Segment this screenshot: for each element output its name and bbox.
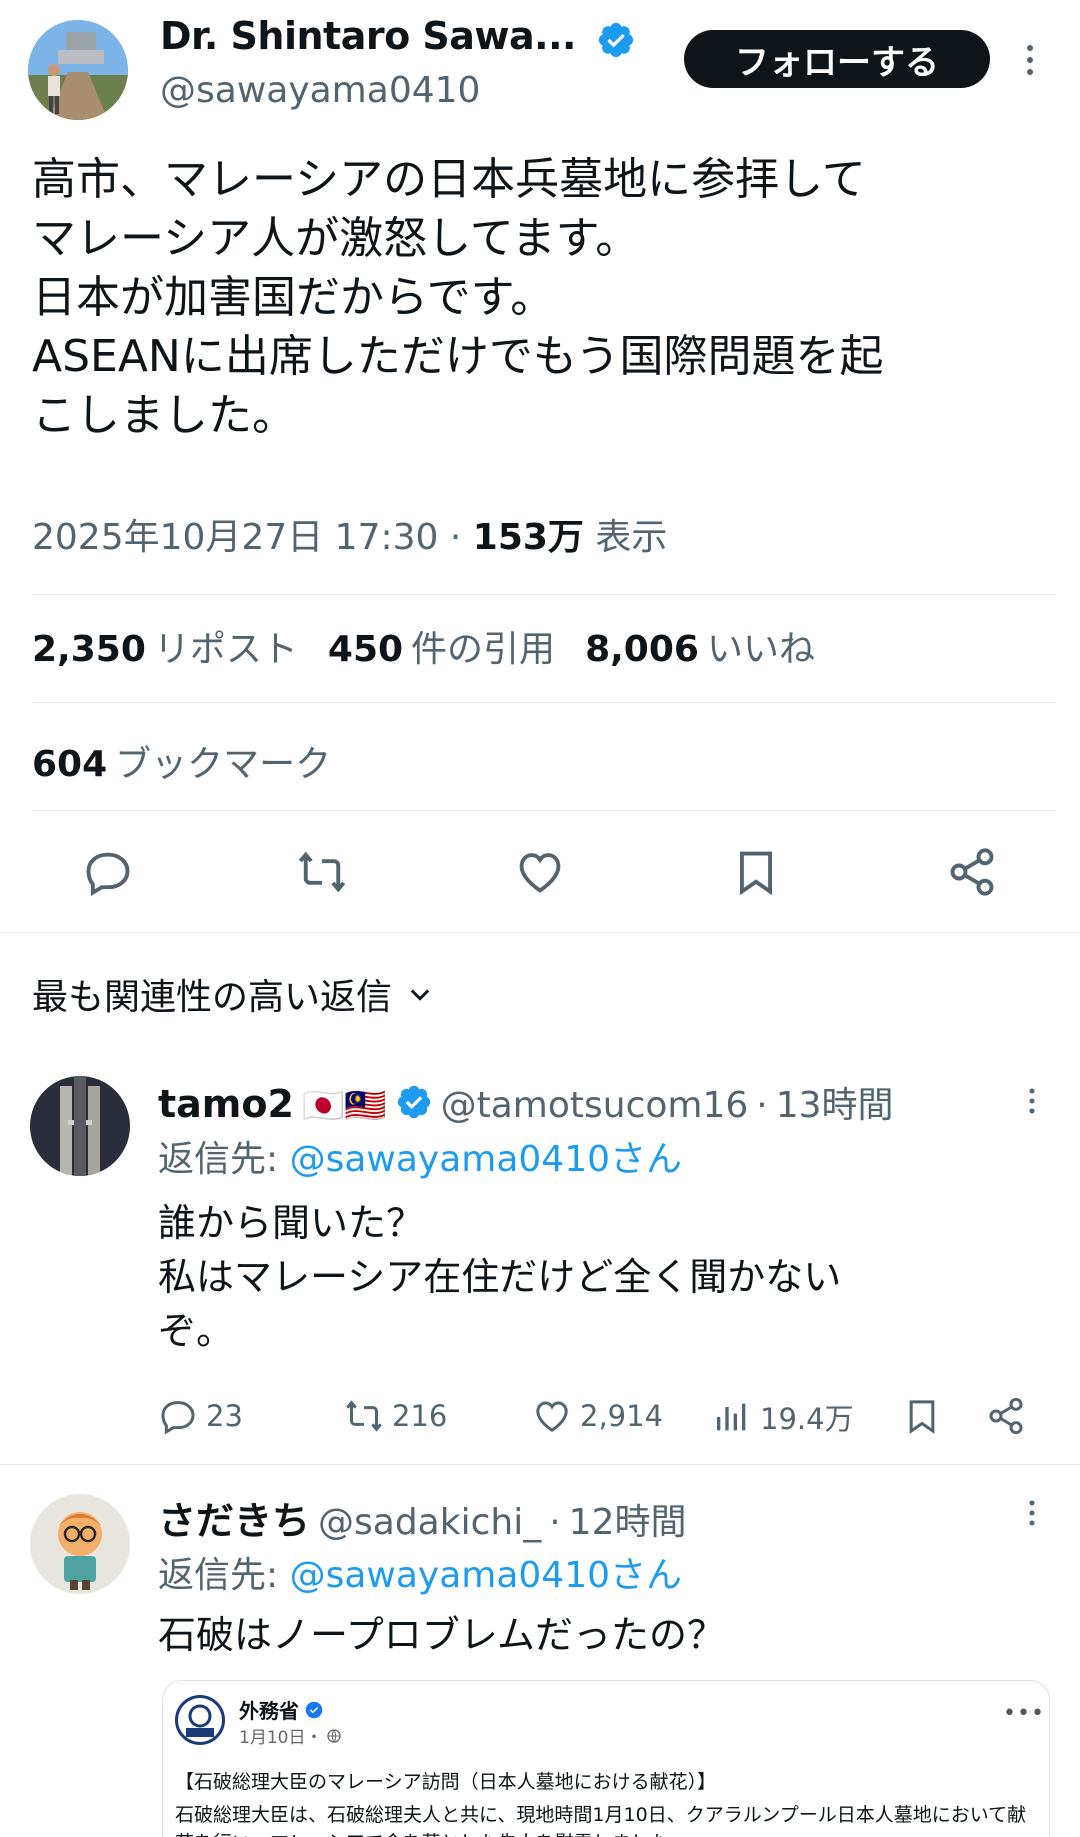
reply-author-handle[interactable]: @tamotsucom16	[441, 1085, 749, 1126]
verified-badge-icon	[397, 1085, 430, 1119]
embed-author: 外務省	[239, 1695, 323, 1724]
share-icon[interactable]	[986, 1396, 1026, 1436]
author-handle[interactable]: @sawayama0410	[160, 70, 480, 111]
reply-time[interactable]: 12時間	[569, 1493, 687, 1545]
chevron-down-icon	[410, 989, 430, 1001]
like-icon[interactable]	[514, 846, 566, 898]
reply-avatar[interactable]	[30, 1494, 130, 1594]
more-options-icon[interactable]	[1022, 1084, 1042, 1118]
reply-time[interactable]: 13時間	[776, 1076, 894, 1128]
reply-icon[interactable]	[82, 846, 134, 898]
globe-icon	[327, 1728, 342, 1743]
divider	[32, 702, 1056, 703]
embedded-image[interactable]: 外務省 1月10日・ ••• 【石破総理大臣のマレーシア訪問（日本人墓地における…	[162, 1680, 1050, 1837]
reply-author-name[interactable]: さだきち	[158, 1490, 310, 1545]
reply-avatar[interactable]	[30, 1076, 130, 1176]
tweet-text: 高市、マレーシアの日本兵墓地に参拝して マレーシア人が激怒してます。 日本が加害…	[32, 154, 884, 441]
verified-badge-icon	[305, 1701, 323, 1718]
reply-header: さだきち @sadakichi_ · 12時間	[158, 1490, 686, 1545]
divider	[32, 594, 1056, 595]
verified-badge-icon	[598, 22, 634, 58]
likes-stat[interactable]: 8,006 いいね	[585, 620, 815, 672]
embed-date: 1月10日・	[239, 1723, 342, 1748]
reply-comment-button[interactable]: 23	[158, 1396, 243, 1436]
replies-sort-selector[interactable]: 最も関連性の高い返信	[32, 968, 434, 1020]
reply-like-button[interactable]: 2,914	[532, 1396, 663, 1436]
like-icon	[536, 1401, 568, 1432]
reply-repost-button[interactable]: 216	[344, 1396, 447, 1436]
reply-text: 誰から聞いた？ 私はマレーシア在住だけど全く聞かない ぞ。	[158, 1201, 842, 1353]
more-options-icon: •••	[1003, 1701, 1045, 1726]
reply-to-mention[interactable]: @sawayama0410さん	[290, 1139, 682, 1180]
embed-title: 【石破総理大臣のマレーシア訪問（日本人墓地における献花）】	[175, 1771, 717, 1793]
embed-body: 石破総理大臣は、石破総理夫人と共に、現地時間1月10日、クアラルンプール日本人墓…	[175, 1804, 1027, 1837]
reply-views-button[interactable]: 19.4万	[712, 1396, 854, 1438]
bookmarks-stat[interactable]: 604 ブックマーク	[32, 735, 331, 787]
author-name[interactable]: Dr. Shintaro Sawa...	[160, 14, 576, 58]
reply-text: 石破はノープロブレムだったの？	[158, 1613, 725, 1657]
bookmark-icon[interactable]	[730, 846, 782, 898]
engagement-stats: 2,350 リポスト 450 件の引用 8,006 いいね	[32, 620, 815, 672]
meta-separator: ·	[549, 1502, 561, 1543]
more-options-icon[interactable]	[1018, 40, 1042, 80]
repost-icon[interactable]	[296, 846, 348, 898]
meta-separator: ·	[756, 1085, 768, 1126]
reply-to-line: 返信先: @sawayama0410さん	[158, 1555, 683, 1596]
reply-to-line: 返信先: @sawayama0410さん	[158, 1139, 683, 1180]
quotes-stat[interactable]: 450 件の引用	[328, 620, 555, 672]
views-count: 153万	[472, 517, 584, 558]
analytics-icon	[717, 1403, 746, 1431]
meta-separator: ·	[449, 517, 473, 558]
reply-author-name[interactable]: tamo2	[158, 1082, 294, 1126]
replies-sort-label: 最も関連性の高い返信	[32, 977, 393, 1018]
repost-icon	[346, 1400, 382, 1432]
reposts-stat[interactable]: 2,350 リポスト	[32, 620, 298, 672]
divider	[32, 810, 1056, 811]
follow-button[interactable]: フォローする	[684, 30, 990, 88]
reply-icon	[161, 1401, 195, 1435]
author-avatar[interactable]	[28, 20, 128, 120]
reply-author-handle[interactable]: @sadakichi_	[318, 1502, 541, 1543]
divider	[0, 932, 1080, 933]
tweet-date[interactable]: 2025年10月27日 17:30	[32, 517, 438, 558]
bookmark-icon[interactable]	[902, 1396, 942, 1436]
tweet-meta: 2025年10月27日 17:30 · 153万 表示	[32, 508, 667, 560]
divider	[0, 1464, 1080, 1465]
share-icon[interactable]	[946, 846, 998, 898]
reply-to-mention[interactable]: @sawayama0410さん	[290, 1555, 682, 1596]
more-options-icon[interactable]	[1022, 1496, 1042, 1530]
mofa-logo	[175, 1695, 225, 1745]
views-label: 表示	[595, 517, 668, 558]
reply-header: tamo2 🇯🇵🇲🇾 @tamotsucom16 · 13時間	[158, 1076, 894, 1128]
reply-author-flags: 🇯🇵🇲🇾	[301, 1086, 387, 1126]
